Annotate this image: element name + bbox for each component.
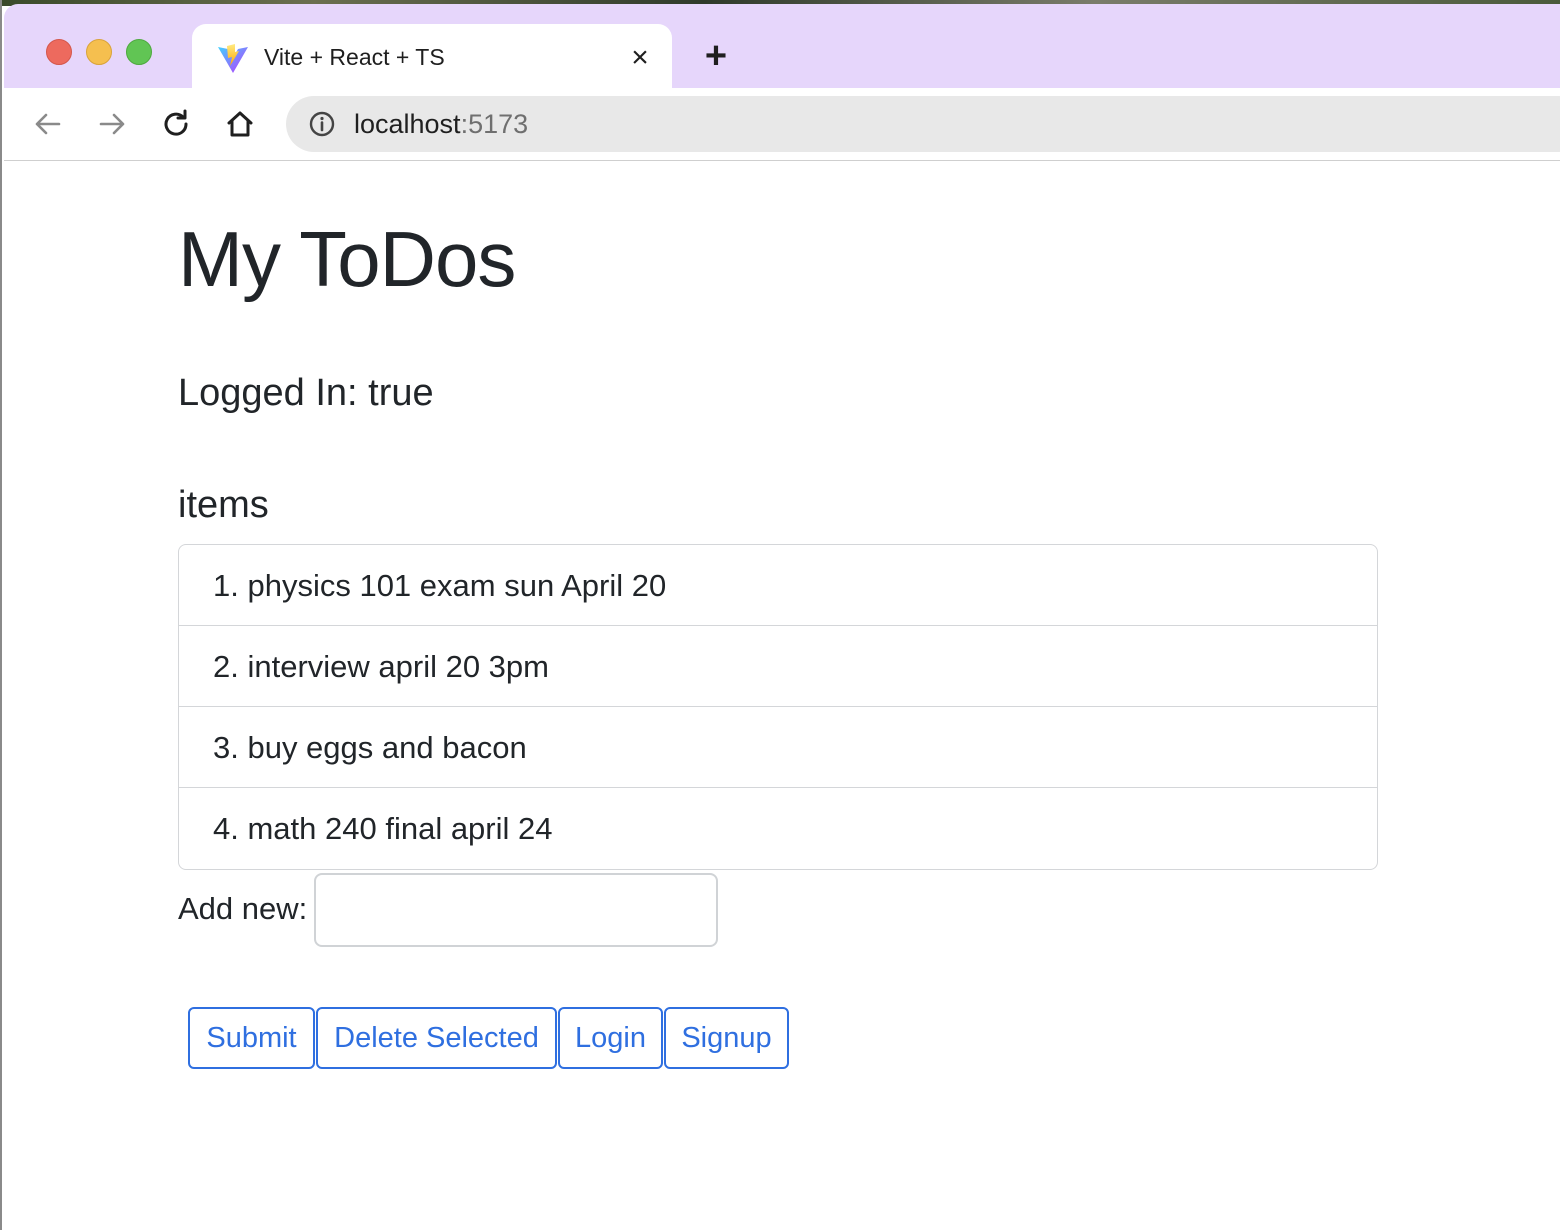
login-status: Logged In: true: [178, 372, 434, 414]
todo-item[interactable]: 4. math 240 final april 24: [179, 788, 1377, 869]
signup-button[interactable]: Signup: [664, 1007, 789, 1069]
add-new-label: Add new:: [178, 891, 308, 926]
login-button[interactable]: Login: [558, 1007, 663, 1069]
zoom-window-button[interactable]: [126, 39, 152, 65]
items-heading: items: [178, 484, 269, 526]
add-new-input[interactable]: [314, 873, 718, 947]
close-window-button[interactable]: [46, 39, 72, 65]
tab-bar: Vite + React + TS × +: [4, 4, 1560, 92]
todo-item[interactable]: 1. physics 101 exam sun April 20: [179, 545, 1377, 626]
vite-logo-icon: [218, 44, 248, 73]
tab-close-icon[interactable]: ×: [624, 42, 656, 74]
url-host: localhost: [354, 109, 461, 139]
submit-button[interactable]: Submit: [188, 1007, 315, 1069]
tab-title: Vite + React + TS: [264, 44, 445, 70]
minimize-window-button[interactable]: [86, 39, 112, 65]
delete-selected-button[interactable]: Delete Selected: [316, 1007, 557, 1069]
browser-window: Vite + React + TS × + localhost:5173 My …: [0, 0, 1560, 1230]
page-title: My ToDos: [178, 215, 516, 303]
address-bar[interactable]: localhost:5173: [286, 96, 1560, 152]
forward-arrow-icon[interactable]: [92, 104, 132, 144]
todo-list: 1. physics 101 exam sun April 20 2. inte…: [178, 544, 1378, 870]
todo-item[interactable]: 2. interview april 20 3pm: [179, 626, 1377, 707]
page-viewport: My ToDos Logged In: true items 1. physic…: [4, 161, 1560, 1230]
todo-item[interactable]: 3. buy eggs and bacon: [179, 707, 1377, 788]
browser-toolbar: localhost:5173: [4, 88, 1560, 161]
back-arrow-icon[interactable]: [28, 104, 68, 144]
reload-icon[interactable]: [156, 104, 196, 144]
tab-active[interactable]: Vite + React + TS ×: [192, 24, 672, 92]
home-icon[interactable]: [220, 104, 260, 144]
new-tab-icon[interactable]: +: [698, 37, 734, 75]
site-info-icon[interactable]: [308, 110, 336, 138]
url-text[interactable]: localhost:5173: [354, 109, 528, 140]
url-port: :5173: [460, 109, 529, 139]
